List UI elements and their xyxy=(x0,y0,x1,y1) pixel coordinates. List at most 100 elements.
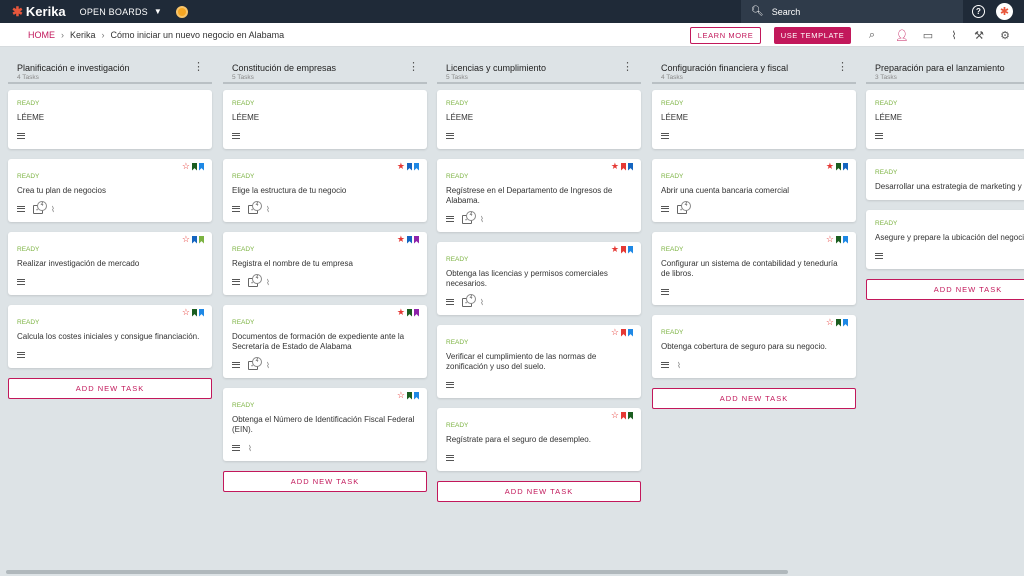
task-meta xyxy=(232,131,418,141)
column-title[interactable]: Configuración financiera y fiscal xyxy=(661,63,788,73)
column-task-count: 3 Tasks xyxy=(875,74,897,81)
avatar[interactable]: ✱ xyxy=(996,3,1013,20)
search-board-icon[interactable]: ⌕ xyxy=(865,28,879,42)
star-outline-icon[interactable]: ☆ xyxy=(611,328,619,337)
column-menu-icon[interactable]: ⋮ xyxy=(622,62,633,73)
card-flags: ☆ xyxy=(826,235,848,244)
star-filled-icon[interactable]: ★ xyxy=(611,162,619,171)
task-card[interactable]: ☆ READY Configurar un sistema de contabil… xyxy=(652,232,856,305)
breadcrumb-workspace[interactable]: Kerika xyxy=(70,30,96,40)
help-icon[interactable]: ? xyxy=(972,5,985,18)
task-card[interactable]: ★ READY Documentos de formación de expedi… xyxy=(223,305,427,378)
card-flags: ★ xyxy=(397,308,419,317)
task-meta xyxy=(875,131,1024,141)
chat-icon[interactable]: ▭ xyxy=(921,28,935,42)
add-person-icon[interactable]: 👤︎ xyxy=(895,28,909,42)
card-flags: ☆ xyxy=(611,328,633,337)
add-new-task-button[interactable]: ADD NEW TASK xyxy=(866,279,1024,300)
kerika-logo[interactable]: ✱ Kerika xyxy=(12,4,66,20)
bookmark-icon xyxy=(836,235,841,244)
description-icon xyxy=(661,362,669,368)
task-card[interactable]: READY LÉEME xyxy=(437,90,641,149)
star-outline-icon[interactable]: ☆ xyxy=(826,318,834,327)
star-filled-icon[interactable]: ★ xyxy=(397,162,405,171)
top-bar: ✱ Kerika OPEN BOARDS ▼ 🔍︎ Search ? ✱ xyxy=(0,0,1024,23)
card-flags: ☆ xyxy=(182,162,204,171)
column-title[interactable]: Constitución de empresas xyxy=(232,63,336,73)
column-title[interactable]: Licencias y cumplimiento xyxy=(446,63,546,73)
task-card[interactable]: READY LÉEME xyxy=(652,90,856,149)
column-title[interactable]: Preparación para el lanzamiento xyxy=(875,63,1005,73)
add-new-task-button[interactable]: ADD NEW TASK xyxy=(652,388,856,409)
task-meta: ✓⌇ xyxy=(446,293,632,307)
bookmark-icon xyxy=(414,235,419,244)
task-card[interactable]: ★ READY Elige la estructura de tu negocio… xyxy=(223,159,427,222)
tools-icon[interactable]: ⚒ xyxy=(972,28,986,42)
checklist-icon: ✓ xyxy=(248,273,262,287)
task-status: READY xyxy=(17,100,40,107)
task-title: LÉEME xyxy=(661,113,689,122)
task-card[interactable]: ★ READY Regístrese en el Departamento de … xyxy=(437,159,641,232)
star-outline-icon[interactable]: ☆ xyxy=(611,411,619,420)
task-card[interactable]: READY Desarrollar una estrategia de marke… xyxy=(866,159,1024,200)
star-outline-icon[interactable]: ☆ xyxy=(182,308,190,317)
search-input[interactable]: 🔍︎ Search xyxy=(741,0,963,23)
board-status-icon[interactable] xyxy=(176,5,188,18)
use-template-button[interactable]: USE TEMPLATE xyxy=(774,27,851,44)
task-card[interactable]: ★ READY Abrir una cuenta bancaria comerci… xyxy=(652,159,856,222)
task-card[interactable]: READY LÉEME xyxy=(223,90,427,149)
column-title[interactable]: Planificación e investigación xyxy=(17,63,130,73)
task-card[interactable]: ☆ READY Realizar investigación de mercado xyxy=(8,232,212,295)
add-new-task-button[interactable]: ADD NEW TASK xyxy=(437,481,641,502)
task-card[interactable]: ☆ READY Regístrate para el seguro de dese… xyxy=(437,408,641,471)
bookmark-icon xyxy=(199,308,204,317)
star-filled-icon[interactable]: ★ xyxy=(611,245,619,254)
column-menu-icon[interactable]: ⋮ xyxy=(837,62,848,73)
task-status: READY xyxy=(661,100,684,107)
star-outline-icon[interactable]: ☆ xyxy=(182,162,190,171)
bookmark-icon xyxy=(621,162,626,171)
column-header: Licencias y cumplimiento 5 Tasks ⋮ xyxy=(437,57,641,84)
task-meta xyxy=(446,131,632,141)
bookmark-icon xyxy=(414,308,419,317)
column-menu-icon[interactable]: ⋮ xyxy=(193,62,204,73)
column-header: Constitución de empresas 5 Tasks ⋮ xyxy=(223,57,427,84)
star-outline-icon[interactable]: ☆ xyxy=(826,235,834,244)
task-meta: ⌇ xyxy=(661,360,847,370)
add-new-task-button[interactable]: ADD NEW TASK xyxy=(8,378,212,399)
star-filled-icon[interactable]: ★ xyxy=(397,308,405,317)
task-card[interactable]: READY LÉEME xyxy=(866,90,1024,149)
task-card[interactable]: ☆ READY Obtenga el Número de Identificaci… xyxy=(223,388,427,461)
task-status: READY xyxy=(446,256,469,263)
task-card[interactable]: ★ READY Obtenga las licencias y permisos … xyxy=(437,242,641,315)
breadcrumb-home[interactable]: HOME xyxy=(28,30,55,40)
settings-gear-icon[interactable]: ⚙ xyxy=(998,28,1012,42)
star-outline-icon[interactable]: ☆ xyxy=(397,391,405,400)
learn-more-button[interactable]: LEARN MORE xyxy=(690,27,761,44)
bookmark-icon xyxy=(628,411,633,420)
task-card[interactable]: READY Asegure y prepare la ubicación del … xyxy=(866,210,1024,269)
task-card[interactable]: ★ READY Registra el nombre de tu empresa ✓… xyxy=(223,232,427,295)
task-card[interactable]: READY LÉEME xyxy=(8,90,212,149)
task-status: READY xyxy=(17,246,40,253)
attachment-icon[interactable]: ⌇ xyxy=(947,28,961,42)
add-new-task-button[interactable]: ADD NEW TASK xyxy=(223,471,427,492)
logo-text: Kerika xyxy=(25,4,66,19)
task-card[interactable]: ☆ READY Calcula los costes iniciales y co… xyxy=(8,305,212,368)
task-meta xyxy=(661,287,847,297)
task-title: Obtenga el Número de Identificación Fisc… xyxy=(232,415,415,434)
task-meta: ✓⌇ xyxy=(232,200,418,214)
task-card[interactable]: ☆ READY Obtenga cobertura de seguro para … xyxy=(652,315,856,378)
star-outline-icon[interactable]: ☆ xyxy=(182,235,190,244)
task-meta xyxy=(17,350,203,360)
star-filled-icon[interactable]: ★ xyxy=(397,235,405,244)
bookmark-icon xyxy=(628,328,633,337)
column-menu-icon[interactable]: ⋮ xyxy=(408,62,419,73)
open-boards-menu[interactable]: OPEN BOARDS ▼ xyxy=(80,7,162,17)
horizontal-scrollbar[interactable] xyxy=(6,570,788,574)
task-card[interactable]: ☆ READY Verificar el cumplimiento de las … xyxy=(437,325,641,398)
card-flags: ★ xyxy=(397,235,419,244)
description-icon xyxy=(661,289,669,295)
star-filled-icon[interactable]: ★ xyxy=(826,162,834,171)
task-card[interactable]: ☆ READYCrea tu plan de negocios✓⌇ xyxy=(8,159,212,222)
